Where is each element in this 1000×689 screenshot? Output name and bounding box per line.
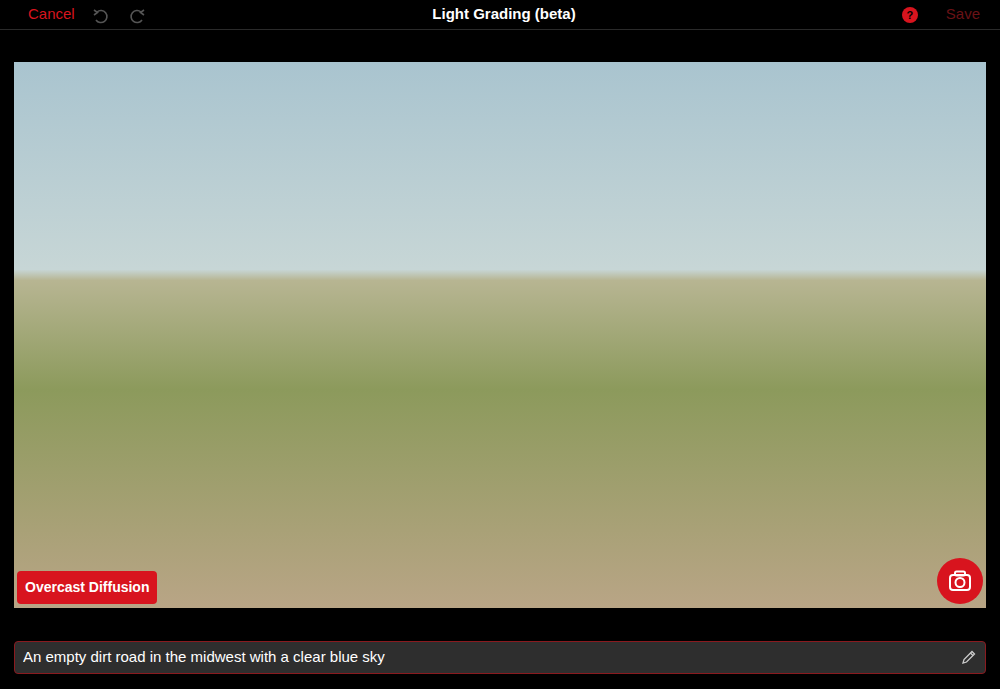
help-icon[interactable]: ? — [902, 7, 918, 23]
prompt-text[interactable]: An empty dirt road in the midwest with a… — [23, 646, 953, 669]
cancel-button[interactable]: Cancel — [28, 3, 75, 26]
camera-icon — [946, 567, 974, 595]
pencil-icon[interactable] — [961, 649, 977, 665]
save-button[interactable]: Save — [946, 3, 980, 26]
preview-image: Overcast Diffusion — [14, 62, 986, 608]
preset-badge[interactable]: Overcast Diffusion — [17, 571, 157, 604]
camera-button[interactable] — [937, 558, 983, 604]
prompt-field[interactable]: An empty dirt road in the midwest with a… — [14, 641, 986, 674]
undo-icon[interactable] — [91, 5, 111, 25]
top-bar: Cancel Light Grading (beta) ? Save — [0, 0, 1000, 30]
title: Light Grading (beta) — [432, 3, 575, 26]
redo-icon[interactable] — [127, 5, 147, 25]
